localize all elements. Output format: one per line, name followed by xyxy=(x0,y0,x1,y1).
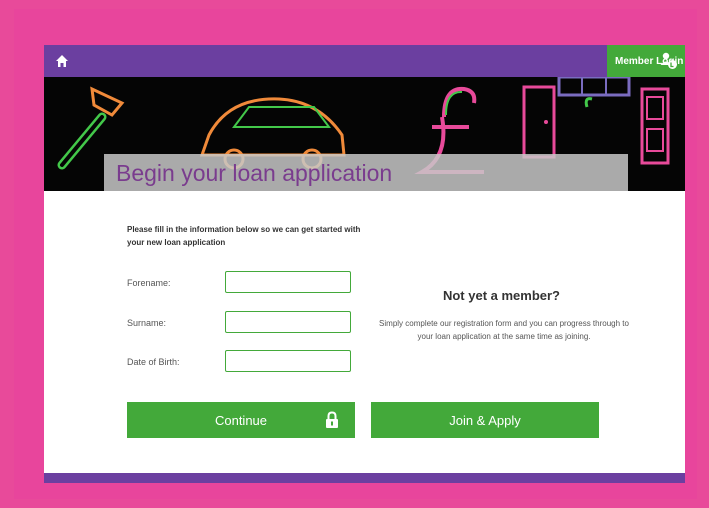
lock-icon xyxy=(326,411,338,428)
member-login-button[interactable]: Member Login xyxy=(607,45,685,77)
hero-banner: Begin your loan application xyxy=(44,77,685,191)
form-intro-text: Please fill in the information below so … xyxy=(127,225,361,247)
user-icon xyxy=(660,52,677,69)
dob-input[interactable] xyxy=(225,350,351,372)
forename-label: Forename: xyxy=(127,278,171,288)
loan-application-card: Member Login Begin your loan application… xyxy=(44,45,685,483)
not-member-text: Simply complete our registration form an… xyxy=(379,319,629,341)
bottom-bar xyxy=(44,473,685,483)
continue-label: Continue xyxy=(214,412,268,428)
top-nav-bar: Member Login xyxy=(44,45,685,77)
page-title: Begin your loan application xyxy=(116,160,393,186)
hero-title-box: Begin your loan application xyxy=(104,154,628,191)
home-icon[interactable] xyxy=(54,53,70,69)
surname-input[interactable] xyxy=(225,311,351,333)
not-member-title: Not yet a member? xyxy=(442,288,561,303)
join-apply-label: Join & Apply xyxy=(449,412,521,428)
surname-label: Surname: xyxy=(127,318,167,328)
forename-input[interactable] xyxy=(225,271,351,293)
dob-label: Date of Birth: xyxy=(127,357,180,367)
continue-button[interactable]: Continue xyxy=(127,402,355,438)
join-apply-button[interactable]: Join & Apply xyxy=(371,402,599,438)
